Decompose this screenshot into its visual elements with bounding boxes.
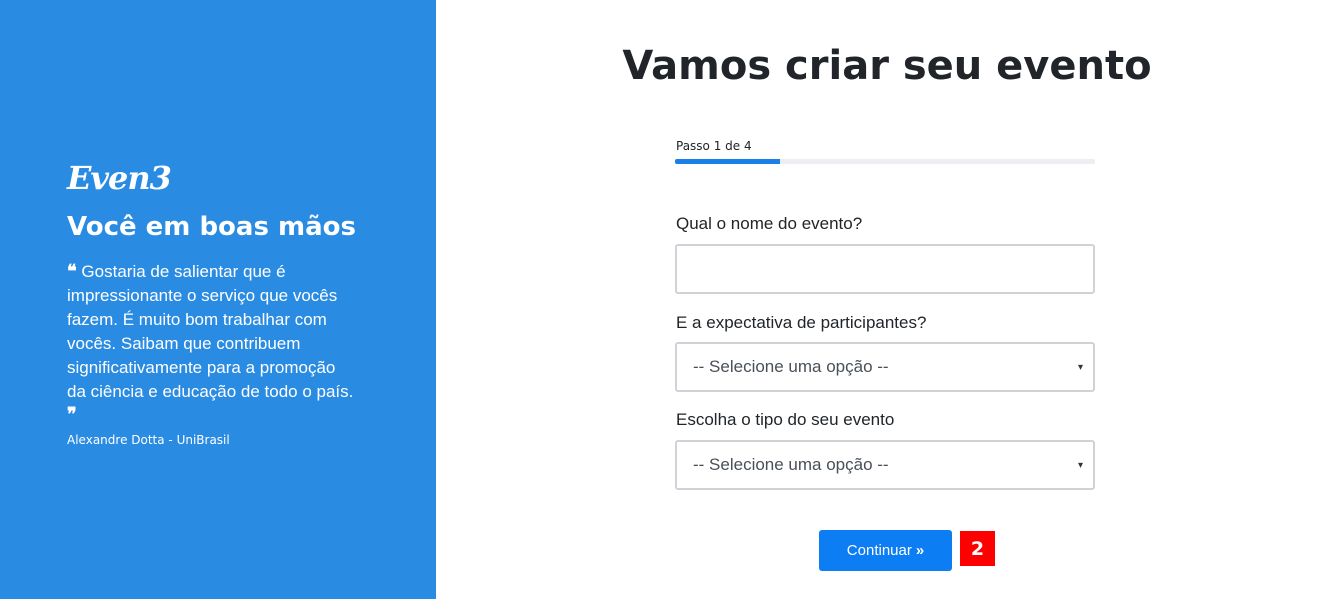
page-title: Vamos criar seu evento xyxy=(622,43,1152,89)
continue-button-label: Continuar xyxy=(846,542,912,559)
even3-logo: Even3 xyxy=(67,159,172,197)
annotation-badge: 2 xyxy=(960,531,995,566)
quote-open-icon: ❝ xyxy=(67,261,77,282)
progress-fill xyxy=(675,159,780,164)
participants-label: E a expectativa de participantes? xyxy=(676,313,927,332)
step-indicator: Passo 1 de 4 xyxy=(676,139,752,153)
event-type-label: Escolha o tipo do seu evento xyxy=(676,410,895,429)
quote-close-icon: ❞ xyxy=(67,404,77,425)
continue-button[interactable]: Continuar » xyxy=(819,530,952,571)
event-type-select[interactable]: -- Selecione uma opção -- ▾ xyxy=(675,440,1095,490)
testimonial-quote: ❝ Gostaria de salientar que é impression… xyxy=(67,260,357,426)
participants-select[interactable]: -- Selecione uma opção -- ▾ xyxy=(675,342,1095,392)
double-chevron-right-icon: » xyxy=(915,542,925,559)
event-name-label: Qual o nome do evento? xyxy=(676,214,863,233)
brand-panel: Even3 Você em boas mãos ❝ Gostaria de sa… xyxy=(0,0,436,599)
testimonial-text: Gostaria de salientar que é impressionan… xyxy=(67,262,354,401)
chevron-down-icon: ▾ xyxy=(1077,459,1083,471)
chevron-down-icon: ▾ xyxy=(1077,361,1083,373)
participants-select-value: -- Selecione uma opção -- xyxy=(693,357,889,376)
progress-bar xyxy=(675,159,1095,164)
event-name-input[interactable] xyxy=(675,244,1095,294)
event-type-select-value: -- Selecione uma opção -- xyxy=(693,455,889,474)
brand-tagline: Você em boas mãos xyxy=(67,212,356,242)
testimonial-author: Alexandre Dotta - UniBrasil xyxy=(67,433,230,447)
